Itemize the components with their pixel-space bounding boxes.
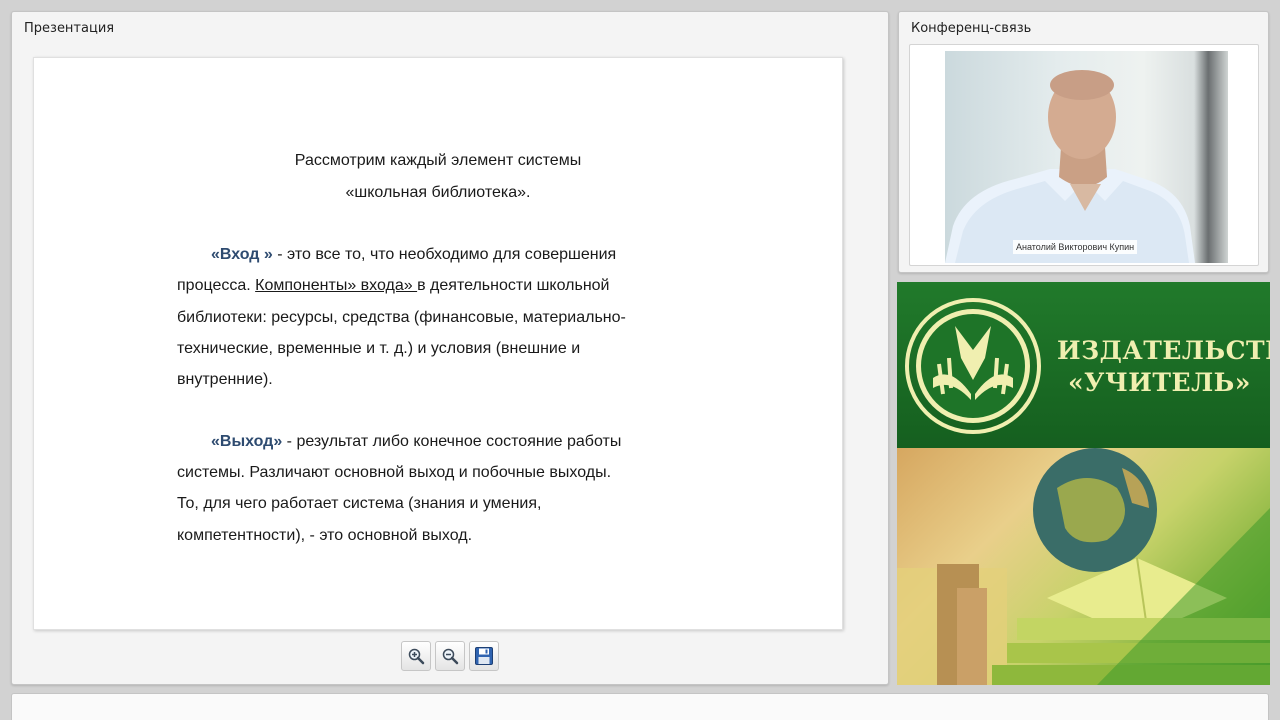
conference-panel: Конференц-связь Анатолий Викторович Купи… bbox=[898, 11, 1269, 273]
publisher-banner: ИЗДАТЕЛЬСТВО «УЧИТЕЛЬ» bbox=[897, 282, 1270, 685]
publisher-logo-icon bbox=[905, 298, 1041, 434]
slide-output-line1: «Выход» - результат либо конечное состоя… bbox=[211, 433, 621, 451]
publisher-banner-green: ИЗДАТЕЛЬСТВО «УЧИТЕЛЬ» bbox=[897, 282, 1270, 448]
slide-output-term: «Выход» bbox=[211, 433, 283, 450]
video-frame: Анатолий Викторович Купин bbox=[909, 44, 1259, 266]
slide-output-line2: системы. Различают основной выход и побо… bbox=[177, 464, 612, 481]
slide-output-text1: - результат либо конечное состояние рабо… bbox=[282, 433, 622, 450]
slide-input-text2-b: в деятельности школьной bbox=[417, 277, 610, 294]
slide-input-line1: «Вход » - это все то, что необходимо для… bbox=[211, 246, 616, 264]
zoom-out-icon bbox=[442, 648, 459, 665]
save-icon bbox=[475, 647, 493, 665]
zoom-in-button[interactable] bbox=[401, 641, 431, 671]
slide-input-text1: - это все то, что необходимо для соверше… bbox=[272, 246, 617, 263]
save-button[interactable] bbox=[469, 641, 499, 671]
speaker-name-caption: Анатолий Викторович Купин bbox=[1013, 240, 1138, 254]
publisher-name-line1: ИЗДАТЕЛЬСТВО bbox=[1057, 336, 1270, 365]
presentation-panel: Презентация Рассмотрим каждый элемент си… bbox=[11, 11, 889, 685]
books-globe-illustration bbox=[897, 448, 1270, 685]
slide-input-line2: процесса. Компоненты» входа» в деятельно… bbox=[177, 277, 610, 295]
slide-output-line3: То, для чего работает система (знания и … bbox=[177, 495, 542, 512]
zoom-out-button[interactable] bbox=[435, 641, 465, 671]
bottom-panel bbox=[11, 693, 1269, 720]
slide-heading-line1: Рассмотрим каждый элемент системы bbox=[294, 152, 582, 169]
presentation-slide: Рассмотрим каждый элемент системы «школь… bbox=[33, 57, 843, 630]
slide-heading-line2: «школьная библиотека». bbox=[345, 184, 531, 201]
speaker-silhouette bbox=[945, 70, 1195, 263]
presentation-panel-title: Презентация bbox=[24, 21, 115, 36]
slide-input-line4: технические, временные и т. д.) и услови… bbox=[177, 340, 581, 357]
zoom-in-icon bbox=[408, 648, 425, 665]
slide-input-line5: внутренние). bbox=[177, 371, 273, 388]
slide-input-components-link: Компоненты» входа» bbox=[255, 277, 418, 294]
webcam-video: Анатолий Викторович Купин bbox=[945, 51, 1228, 263]
publisher-name-line2: «УЧИТЕЛЬ» bbox=[1068, 368, 1251, 397]
slide-input-line3: библиотеки: ресурсы, средства (финансовы… bbox=[177, 309, 626, 326]
slide-input-text2-a: процесса. bbox=[177, 277, 256, 294]
slide-output-line4: компетентности), - это основной выход. bbox=[177, 527, 473, 544]
books-globe-photo bbox=[897, 448, 1270, 685]
conference-panel-title: Конференц-связь bbox=[911, 21, 1032, 36]
slide-input-term: «Вход » bbox=[211, 246, 273, 263]
